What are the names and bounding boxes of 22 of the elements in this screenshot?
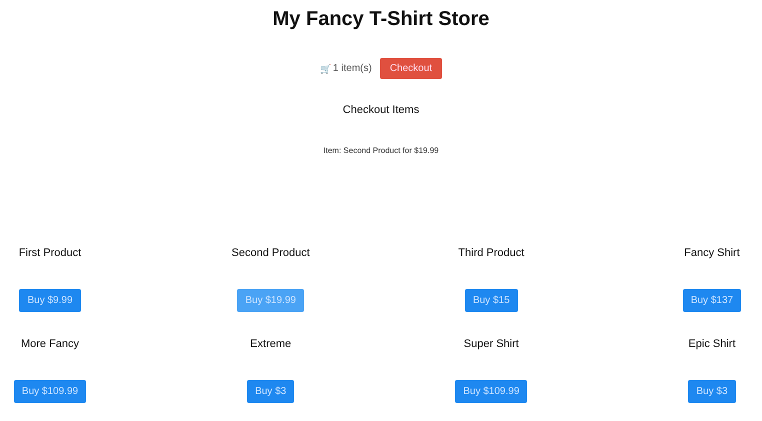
product-name: First Product (18, 247, 82, 261)
cart-icon: 🛒 (320, 64, 331, 74)
product-name: Super Shirt (464, 338, 519, 352)
buy-button[interactable]: Buy $3 (247, 380, 294, 403)
product-name: Extreme (250, 338, 292, 352)
checkout-button[interactable]: Checkout (380, 58, 442, 79)
cart-count: 1 item(s) (332, 63, 372, 74)
buy-button[interactable]: Buy $9.99 (19, 289, 81, 312)
buy-button[interactable]: Buy $15 (464, 289, 518, 312)
buy-button[interactable]: Buy $19.99 (237, 289, 304, 312)
buy-button[interactable]: Buy $109.99 (455, 380, 528, 403)
buy-button[interactable]: Buy $3 (688, 380, 736, 403)
store-title: My Fancy T-Shirt Store (272, 7, 490, 32)
buy-button[interactable]: Buy $109.99 (14, 380, 86, 403)
checkout-item: Item: Second Product for $19.99 (322, 146, 440, 155)
product-name: Fancy Shirt (684, 247, 740, 261)
product-name: Epic Shirt (688, 338, 736, 352)
product-name: More Fancy (20, 338, 80, 352)
checkout-heading: Checkout Items (342, 104, 420, 116)
buy-button[interactable]: Buy $137 (682, 289, 742, 312)
product-name: Third Product (458, 247, 524, 261)
product-name: Second Product (232, 247, 310, 261)
